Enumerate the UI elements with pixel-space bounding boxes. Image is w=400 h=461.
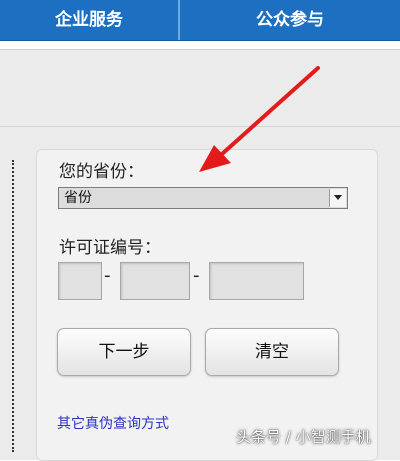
- chevron-down-icon[interactable]: [329, 189, 346, 207]
- province-select[interactable]: 省份: [58, 187, 348, 209]
- province-label: 您的省份：: [59, 162, 144, 182]
- license-number-label: 许可证编号：: [59, 238, 161, 258]
- license-number-part-1-input[interactable]: [58, 262, 102, 300]
- top-navigation: 企业服务 公众参与: [0, 0, 400, 41]
- license-number-dash-1: -: [104, 265, 111, 286]
- province-select-value: 省份: [64, 190, 92, 206]
- license-number-dash-2: -: [193, 265, 200, 286]
- watermark: 头条号 / 小智测手机: [236, 428, 371, 446]
- other-verification-methods-link[interactable]: 其它真伪查询方式: [57, 413, 169, 433]
- dotted-divider: [12, 160, 14, 452]
- banner-separator: [0, 126, 400, 127]
- nav-item-enterprise-services[interactable]: 企业服务: [0, 0, 178, 40]
- license-number-part-2-input[interactable]: [120, 262, 190, 300]
- license-number-part-3-input[interactable]: [209, 262, 304, 300]
- nav-item-public-participation[interactable]: 公众参与: [180, 0, 400, 40]
- next-step-button[interactable]: 下一步: [57, 328, 191, 376]
- clear-button[interactable]: 清空: [205, 328, 339, 376]
